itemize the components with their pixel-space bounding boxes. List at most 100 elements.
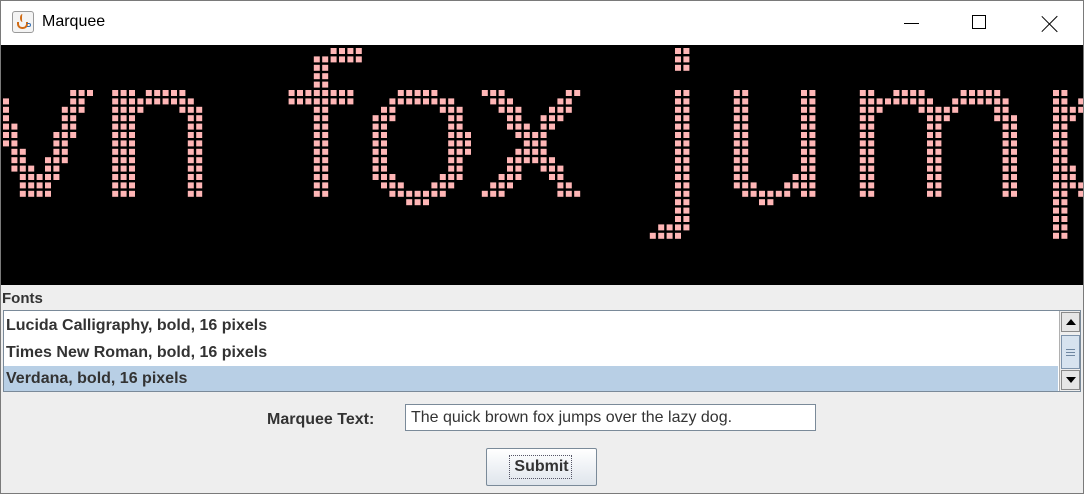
marquee-dot [406,190,413,197]
marquee-dot [809,123,816,130]
scroll-thumb[interactable] [1061,335,1080,369]
marquee-dot [1053,123,1059,130]
font-list-item-selected[interactable]: Verdana, bold, 16 pixels [4,366,1058,391]
marquee-dot [1061,165,1068,172]
marquee-dot [372,115,379,122]
marquee-dot [305,98,312,105]
marquee-dot [675,157,681,164]
submit-button[interactable]: Submit [486,448,597,486]
marquee-dot [532,148,539,155]
marquee-dot [1069,106,1076,113]
marquee-dot [414,90,421,96]
marquee-dot [675,90,681,96]
marquee-dot [45,182,51,189]
marquee-dot [456,115,463,122]
marquee-dot [11,148,18,155]
marquee-dot [742,98,749,105]
marquee-dot [675,132,681,138]
marquee-dot [868,98,875,105]
marquee-dot [515,157,522,164]
title-bar[interactable]: Marquee [1,1,1083,45]
marquee-dot [532,132,539,138]
scroll-up-button[interactable] [1061,312,1080,332]
marquee-text-input[interactable] [405,404,816,431]
marquee-dot [532,157,539,164]
marquee-dot [28,174,35,180]
marquee-dot [355,56,362,63]
marquee-dot [129,140,135,147]
marquee-dot [313,148,320,155]
marquee-dot [868,115,875,122]
close-button[interactable] [1026,1,1072,45]
marquee-dot [389,106,396,113]
fonts-scrollbar[interactable] [1059,311,1080,391]
marquee-dot [1053,140,1059,147]
marquee-dot [53,165,60,172]
marquee-dot [515,165,522,172]
marquee-dot [406,98,413,105]
marquee-dot [683,90,690,96]
marquee-dot [683,165,690,172]
marquee-dot [523,132,530,138]
marquee-dot [901,90,908,96]
marquee-dot [498,106,505,113]
marquee-dot [927,190,933,197]
marquee-dot [549,115,555,122]
marquee-dot [868,123,875,130]
marquee-dot [322,182,329,189]
marquee-dot [792,174,799,180]
maximize-button[interactable] [956,1,1002,45]
scroll-down-button[interactable] [1061,370,1080,390]
fonts-list[interactable]: Lucida Calligraphy, bold, 16 pixels Time… [3,310,1081,392]
marquee-dot [935,123,942,130]
marquee-dot [381,106,387,113]
marquee-dot [683,56,690,63]
marquee-dot [683,224,690,231]
marquee-dot [515,106,522,113]
marquee-dot [120,123,127,130]
marquee-dot [809,115,816,122]
marquee-dot [322,132,329,138]
marquee-dot [389,115,396,122]
marquee-dot [733,140,740,147]
minimize-button[interactable] [886,1,932,45]
marquee-dot [61,123,68,130]
marquee-dot [918,98,925,105]
marquee-dot [935,190,942,197]
marquee-dot [801,123,807,130]
marquee-dot [120,182,127,189]
marquee-dot [733,132,740,138]
marquee-dot [927,174,933,180]
marquee-dot [733,98,740,105]
marquee-dot [675,48,681,54]
marquee-dot [557,98,564,105]
marquee-dot [120,90,127,96]
marquee-dot [53,132,60,138]
marquee-dot [742,148,749,155]
font-list-item[interactable]: Times New Roman, bold, 16 pixels [4,340,1058,366]
marquee-dot [53,148,60,155]
marquee-dot [927,123,933,130]
marquee-dot [683,157,690,164]
marquee-dot [515,115,522,122]
marquee-dot [540,165,547,172]
marquee-dot [868,90,875,96]
marquee-dot [868,165,875,172]
marquee-dot [649,232,656,239]
marquee-dot [994,98,1001,105]
marquee-dot [137,106,144,113]
marquee-dot [154,90,161,96]
marquee-dot [45,174,51,180]
marquee-dot [129,174,135,180]
marquee-dot [801,190,807,197]
marquee-dot [1011,182,1017,189]
marquee-dot [540,123,547,130]
marquee-dot [196,148,203,155]
marquee-dot [456,140,463,147]
marquee-dot [809,140,816,147]
font-list-item[interactable]: Lucida Calligraphy, bold, 16 pixels [4,313,1058,339]
marquee-dot [801,115,807,122]
marquee-dot [1011,190,1017,197]
marquee-dot [742,115,749,122]
marquee-dot [918,106,925,113]
